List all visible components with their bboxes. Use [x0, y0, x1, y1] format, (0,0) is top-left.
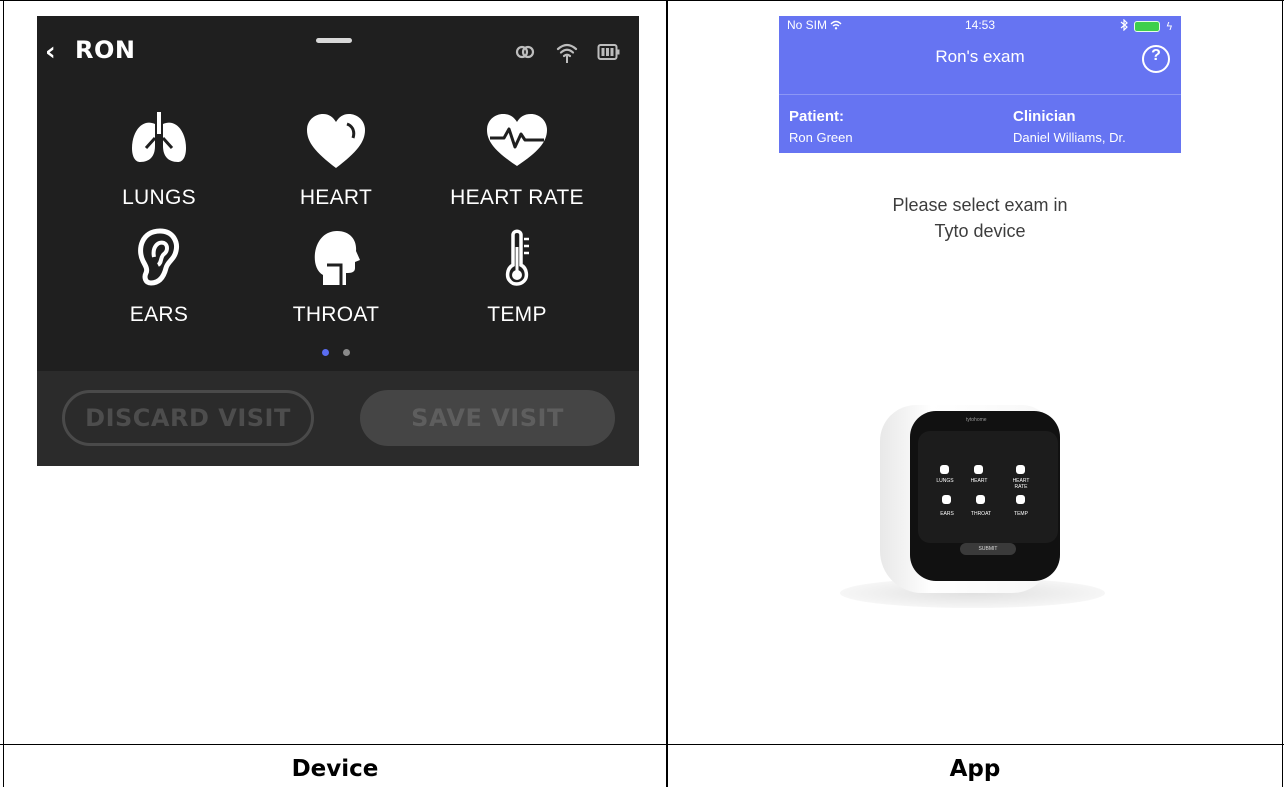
- exam-tile-temp[interactable]: TEMP: [422, 227, 612, 347]
- exam-tile-label: HEART RATE: [450, 186, 584, 209]
- exam-tile-heart-rate[interactable]: HEART RATE: [422, 110, 612, 230]
- app-caption: App: [949, 756, 1001, 782]
- app-title: Ron's exam: [935, 47, 1025, 66]
- heart-rate-icon: [482, 110, 552, 172]
- ear-icon: [942, 495, 951, 504]
- discard-visit-button[interactable]: DISCARD VISIT: [62, 390, 314, 446]
- mini-label: EARS: [940, 511, 954, 517]
- status-right: ϟ: [1120, 18, 1173, 34]
- page-dot[interactable]: [343, 349, 350, 356]
- clinician-label: Clinician: [1013, 108, 1076, 125]
- heart-rate-icon: [1016, 465, 1025, 474]
- exam-tile-ears[interactable]: EARS: [64, 227, 254, 347]
- tyto-device-image: tytohome LUNGS HEART HEART RATE EARS THR…: [880, 405, 1060, 600]
- device-screen: ‹ RON LUNGS HEART HEART RATE EARS THROAT…: [37, 16, 639, 466]
- exam-tile-throat[interactable]: THROAT: [241, 227, 431, 347]
- instruction-message: Please select exam in Tyto device: [892, 195, 1068, 241]
- heart-icon: [974, 465, 983, 474]
- exam-tile-label: LUNGS: [122, 186, 196, 209]
- mini-label: HEART RATE: [1012, 478, 1030, 490]
- heart-icon: [301, 110, 371, 172]
- device-status-icons: [513, 40, 621, 64]
- lungs-icon: [940, 465, 949, 474]
- page-indicator[interactable]: [322, 349, 350, 356]
- throat-icon: [301, 227, 371, 289]
- mini-label: LUNGS: [936, 478, 954, 484]
- mini-label: HEART: [970, 478, 988, 484]
- exam-tile-label: EARS: [129, 303, 189, 326]
- lungs-icon: [124, 110, 194, 172]
- clinician-value: Daniel Williams, Dr.: [1013, 130, 1126, 145]
- wifi-icon: [555, 40, 579, 64]
- device-caption: Device: [291, 756, 379, 782]
- exam-tile-label: HEART: [299, 186, 373, 209]
- device-action-bar: DISCARD VISIT SAVE VISIT: [37, 371, 639, 466]
- device-mini-screen: [918, 431, 1058, 543]
- link-icon: [513, 40, 537, 64]
- thermometer-icon: [482, 227, 552, 289]
- save-visit-button[interactable]: SAVE VISIT: [360, 390, 615, 446]
- mini-submit-button: SUBMIT: [960, 543, 1016, 555]
- help-button[interactable]: ?: [1142, 45, 1170, 73]
- charging-icon: ϟ: [1165, 20, 1173, 33]
- drag-handle[interactable]: [316, 38, 352, 43]
- page-dot-active[interactable]: [322, 349, 329, 356]
- header-divider: [779, 94, 1181, 95]
- thermometer-icon: [1016, 495, 1025, 504]
- chevron-left-icon[interactable]: ‹: [45, 38, 69, 66]
- patient-value: Ron Green: [789, 130, 853, 145]
- device-patient-name: RON: [75, 36, 136, 64]
- battery-icon: [1133, 21, 1160, 32]
- ear-icon: [124, 227, 194, 289]
- exam-tile-label: THROAT: [292, 303, 380, 326]
- exam-tile-lungs[interactable]: LUNGS: [64, 110, 254, 230]
- battery-icon: [597, 40, 621, 64]
- throat-icon: [976, 495, 985, 504]
- app-header: No SIM 14:53 ϟ Ron's exam ? Patient: Ron…: [779, 16, 1181, 153]
- mini-label: THROAT: [970, 511, 992, 517]
- device-exam-panel: ‹ RON LUNGS HEART HEART RATE EARS THROAT…: [37, 16, 639, 371]
- exam-tile-heart[interactable]: HEART: [241, 110, 431, 230]
- device-brand: tytohome: [966, 417, 987, 423]
- bluetooth-icon: [1120, 18, 1128, 34]
- patient-label: Patient:: [789, 108, 845, 125]
- exam-tile-label: TEMP: [487, 303, 547, 326]
- mini-label: TEMP: [1014, 511, 1028, 517]
